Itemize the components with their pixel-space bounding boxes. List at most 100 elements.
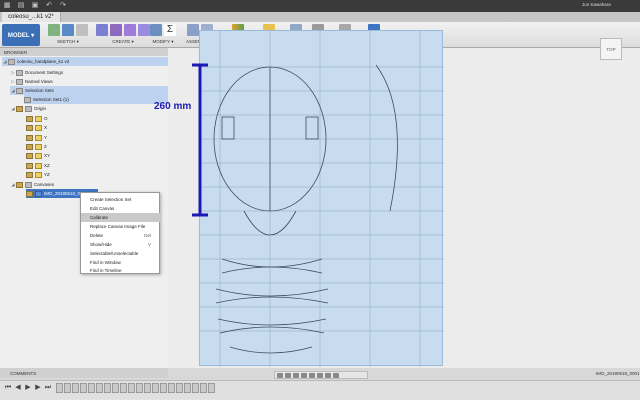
timeline-feature[interactable] [200,383,207,393]
extrude-icon[interactable] [96,24,108,36]
menu-item-calibrate[interactable]: Calibrate [81,213,161,222]
viewports-icon[interactable] [333,372,339,378]
timeline-feature[interactable] [160,383,167,393]
navigation-toolbar [274,371,368,379]
calibration-dimension-line[interactable] [186,60,210,220]
tree-item-root[interactable]: ◢ coleosu_handplane_k1 v2 [2,57,168,66]
orbit-icon[interactable] [277,372,283,378]
menu-item-edit-canvas[interactable]: Edit Canvas [81,204,161,213]
lightbulb-icon[interactable] [26,152,33,159]
rectangle-icon[interactable] [76,24,88,36]
menu-item-create-selection-set[interactable]: Create Selection Set [81,195,161,204]
fit-icon[interactable] [309,372,315,378]
timeline-feature[interactable] [64,383,71,393]
app-menu-icon[interactable]: ▦ [2,2,12,10]
timeline-feature[interactable] [176,383,183,393]
line-icon[interactable] [62,24,74,36]
menu-item-show-hide[interactable]: Show/Hide V [81,240,161,249]
timeline-feature[interactable] [168,383,175,393]
lightbulb-icon[interactable] [26,190,33,197]
calibration-dimension-value[interactable]: 260 mm [154,101,191,112]
grid-settings-icon[interactable] [325,372,331,378]
press-pull-icon[interactable] [150,24,162,36]
zoom-icon[interactable] [301,372,307,378]
revolve-icon[interactable] [110,24,122,36]
sketch-group[interactable]: SKETCH ▾ [48,24,88,46]
timeline-feature[interactable] [104,383,111,393]
sphere-icon[interactable] [124,24,136,36]
timeline-feature[interactable] [56,383,63,393]
step-back-icon[interactable]: ◀ [14,384,22,392]
timeline-feature[interactable] [80,383,87,393]
lightbulb-icon[interactable] [16,181,23,188]
timeline-feature[interactable] [136,383,143,393]
sum-icon[interactable]: Σ [164,24,176,36]
workspace-switcher-button[interactable]: MODEL ▾ [2,24,40,46]
tree-item-label: Z [44,144,47,149]
tree-item-y-axis[interactable]: Y [26,133,47,142]
menu-item-delete[interactable]: Delete Del [81,231,161,240]
tree-item-canvases[interactable]: ◢ Canvases [10,180,54,189]
shortcut-label: V [147,242,151,247]
timeline-feature[interactable] [72,383,79,393]
timeline-feature[interactable] [184,383,191,393]
timeline-feature[interactable] [112,383,119,393]
tree-item-origin[interactable]: ◢ Origin [10,104,46,113]
timeline-feature[interactable] [128,383,135,393]
box-icon[interactable] [138,24,150,36]
tree-item-xz-plane[interactable]: XZ [26,161,50,170]
document-tab[interactable]: coleosu_...k1 v2* [2,12,61,22]
redo-icon[interactable]: ↷ [58,2,68,10]
menu-item-selectable[interactable]: Selectable/Unselectable [81,249,161,258]
create-group[interactable]: CREATE ▾ [96,24,150,46]
lightbulb-icon[interactable] [26,124,33,131]
undo-icon[interactable]: ↶ [44,2,54,10]
lightbulb-icon[interactable] [26,143,33,150]
tree-item-z-axis[interactable]: Z [26,142,47,151]
canvas-image[interactable] [199,30,444,367]
joint-icon[interactable] [186,24,199,36]
tree-item-selection-sets[interactable]: ◢ Selection Sets [10,86,168,95]
origin-point-icon [35,115,42,122]
folder-icon [16,87,23,94]
lightbulb-icon[interactable] [26,162,33,169]
tree-item-selection-set1[interactable]: Selection Set1 (1) [24,95,168,104]
play-icon[interactable]: ▶ [24,384,32,392]
timeline-feature[interactable] [88,383,95,393]
timeline-feature[interactable] [208,383,215,393]
tree-item-yz-plane[interactable]: YZ [26,170,50,179]
context-menu: Create Selection Set Edit Canvas Calibra… [80,192,161,275]
tree-item-x-axis[interactable]: X [26,123,47,132]
step-forward-icon[interactable]: ▶ [34,384,42,392]
tree-item-label: X [44,125,48,130]
tree-item-xy-plane[interactable]: XY [26,151,50,160]
lightbulb-icon[interactable] [26,134,33,141]
timeline-feature[interactable] [152,383,159,393]
browser-header[interactable]: BROWSER [0,48,168,56]
tree-item-origin-point[interactable]: O [26,114,48,123]
file-icon[interactable]: ▤ [16,2,26,10]
menu-item-replace-canvas-image[interactable]: Replace Canvas Image File [81,222,161,231]
timeline-feature[interactable] [144,383,151,393]
display-settings-icon[interactable] [317,372,323,378]
timeline-feature[interactable] [192,383,199,393]
user-name[interactable]: Jun Kawahara [582,2,611,7]
menu-item-find-in-timeline[interactable]: Find in Timeline [81,266,161,275]
shortcut-label: Del [144,233,151,238]
lightbulb-icon[interactable] [26,115,33,122]
go-to-end-icon[interactable]: ⏭ [44,384,52,392]
lightbulb-icon[interactable] [16,105,23,112]
lightbulb-icon[interactable] [26,171,33,178]
sketch-icon[interactable] [48,24,60,36]
pan-icon[interactable] [293,372,299,378]
comments-panel[interactable]: COMMENTS [0,368,168,378]
modify-group[interactable]: Σ MODIFY ▾ [150,24,176,46]
tree-item-named-views[interactable]: ▷ Named Views [10,77,53,86]
timeline-feature[interactable] [120,383,127,393]
go-to-start-icon[interactable]: ⏮ [4,384,12,392]
save-icon[interactable]: ▣ [30,2,40,10]
view-cube[interactable]: TOP [600,38,622,60]
timeline-feature[interactable] [96,383,103,393]
look-at-icon[interactable] [285,372,291,378]
tree-item-document-settings[interactable]: ▷ Document Settings [10,68,63,77]
